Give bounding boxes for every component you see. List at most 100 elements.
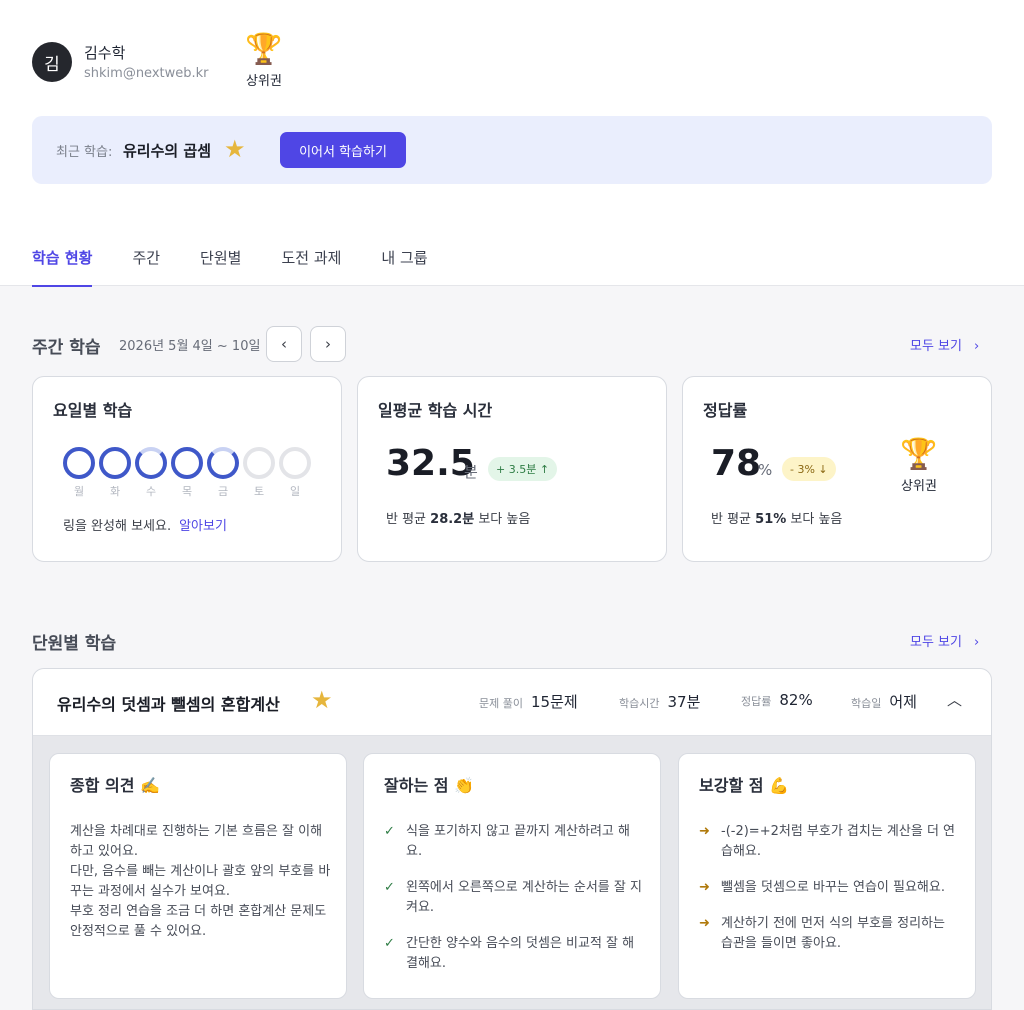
check-icon: ✓ bbox=[384, 936, 395, 951]
list-item-text: 식을 포기하지 않고 끝까지 계산하려고 해요. bbox=[406, 824, 630, 859]
recent-learning-banner: 최근 학습: 유리수의 곱셈 ★ 이어서 학습하기 bbox=[32, 116, 992, 184]
day-ring-thu: 목 bbox=[171, 447, 203, 499]
list-item-text: 왼쪽에서 오른쪽으로 계산하는 순서를 잘 지켜요. bbox=[406, 880, 642, 915]
average-time-value: 32.5 bbox=[386, 443, 475, 484]
arrow-right-icon: ➜ bbox=[699, 880, 710, 895]
unit-title: 유리수의 덧셈과 뺄셈의 혼합계산 bbox=[57, 695, 280, 714]
trophy-icon: 🏆 bbox=[245, 32, 283, 67]
ring-icon bbox=[279, 447, 311, 479]
recent-label: 최근 학습: bbox=[56, 145, 113, 160]
card-title: 요일별 학습 bbox=[53, 401, 133, 420]
profile-header: 김 김수학 shkim@nextweb.kr 🏆 상위권 최근 학습: 유리수의… bbox=[0, 0, 1024, 287]
prev-week-button[interactable]: ‹ bbox=[266, 326, 302, 362]
unit-section-title: 단원별 학습 bbox=[32, 634, 117, 654]
accuracy-value: 78 bbox=[711, 443, 762, 484]
improvements-list: ➜ -(-2)=+2처럼 부호가 겹치는 계산을 더 연습해요. ➜ 뺄셈을 덧셈으… bbox=[699, 822, 961, 970]
tab-by-unit[interactable]: 단원별 bbox=[200, 247, 241, 286]
strengths-list: ✓ 식을 포기하지 않고 끝까지 계산하려고 해요. ✓ 왼쪽에서 오른쪽으로 계산… bbox=[384, 822, 646, 990]
stat-label: 정답률 bbox=[741, 695, 772, 708]
overall-feedback-card: 종합 의견 ✍️ 계산을 차례대로 진행하는 기본 흐름은 잘 이해하고 있어요… bbox=[49, 753, 347, 999]
recent-title[interactable]: 유리수의 곱셈 bbox=[123, 140, 211, 161]
star-icon: ★ bbox=[224, 135, 246, 163]
day-ring-wed: 수 bbox=[135, 447, 167, 499]
stat-problems: 문제 풀이 15문제 bbox=[479, 691, 578, 712]
card-title: 정답률 bbox=[703, 401, 748, 420]
feedback-body: 계산을 차례대로 진행하는 기본 흐름은 잘 이해하고 있어요. 다만, 음수를… bbox=[70, 824, 331, 939]
user-email: shkim@nextweb.kr bbox=[84, 66, 209, 81]
check-icon: ✓ bbox=[384, 880, 395, 895]
day-label: 월 bbox=[73, 485, 85, 498]
unit-card: 유리수의 덧셈과 뺄셈의 혼합계산 ★ 문제 풀이 15문제 학습시간 37분 정답… bbox=[32, 668, 992, 1010]
stat-value: 어제 bbox=[889, 693, 917, 711]
day-ring-sun: 일 bbox=[279, 447, 311, 499]
unit-card-header[interactable]: 유리수의 덧셈과 뺄셈의 혼합계산 ★ 문제 풀이 15문제 학습시간 37분 정답… bbox=[33, 669, 991, 736]
improvements-card: 보강할 점 💪 ➜ -(-2)=+2처럼 부호가 겹치는 계산을 더 연습해요. … bbox=[678, 753, 976, 999]
ring-hint: 링을 완성해 보세요. 알아보기 bbox=[63, 515, 227, 534]
accuracy-rank-badge: 🏆 상위권 bbox=[889, 437, 949, 495]
accuracy-compare: 반 평균 51% 보다 높음 bbox=[711, 508, 842, 527]
feedback-title: 잘하는 점 👏 bbox=[384, 776, 474, 795]
ring-hint-text: 링을 완성해 보세요. bbox=[63, 519, 172, 534]
day-label: 수 bbox=[145, 485, 157, 498]
stat-label: 학습시간 bbox=[619, 697, 660, 710]
list-item-text: -(-2)=+2처럼 부호가 겹치는 계산을 더 연습해요. bbox=[721, 824, 955, 859]
day-label: 금 bbox=[217, 485, 229, 498]
feedback-title: 보강할 점 💪 bbox=[699, 776, 789, 795]
next-week-button[interactable]: › bbox=[310, 326, 346, 362]
list-item: ➜ -(-2)=+2처럼 부호가 겹치는 계산을 더 연습해요. bbox=[699, 822, 961, 862]
daily-average-time-card: 일평균 학습 시간 32.5 분 + 3.5분 ↑ 반 평균 28.2분 보다 … bbox=[357, 376, 667, 562]
compare-prefix: 반 평균 bbox=[386, 512, 431, 527]
day-ring-tue: 화 bbox=[99, 447, 131, 499]
stat-value: 37분 bbox=[667, 693, 701, 711]
arrow-right-icon: ➜ bbox=[699, 916, 710, 931]
user-name: 김수학 bbox=[84, 44, 126, 62]
weekly-see-all-link[interactable]: 모두 보기 › bbox=[910, 335, 979, 354]
average-time-unit: 분 bbox=[464, 463, 478, 481]
rank-label: 상위권 bbox=[901, 479, 937, 494]
ring-icon bbox=[171, 447, 203, 479]
day-ring-fri: 금 bbox=[207, 447, 239, 499]
day-label: 토 bbox=[253, 485, 265, 498]
weekly-section-title: 주간 학습 bbox=[32, 338, 101, 358]
check-icon: ✓ bbox=[384, 824, 395, 839]
list-item: ✓ 간단한 양수와 음수의 덧셈은 비교적 잘 해결해요. bbox=[384, 934, 646, 974]
weekly-date-range: 2026년 5월 4일 ~ 10일 bbox=[119, 339, 261, 354]
continue-learning-button[interactable]: 이어서 학습하기 bbox=[280, 132, 406, 168]
learn-more-link[interactable]: 알아보기 bbox=[179, 519, 227, 534]
stat-study-date: 학습일 어제 bbox=[851, 691, 917, 712]
day-rings: 월 화 수 목 금 토 일 bbox=[63, 447, 311, 499]
stat-label: 학습일 bbox=[851, 697, 882, 710]
stat-label: 문제 풀이 bbox=[479, 697, 523, 710]
card-title: 일평균 학습 시간 bbox=[378, 401, 493, 420]
rank-label: 상위권 bbox=[246, 74, 282, 89]
trophy-icon: 🏆 bbox=[900, 437, 938, 472]
star-icon: ★ bbox=[311, 686, 333, 714]
avatar[interactable]: 김 bbox=[32, 42, 72, 82]
arrow-right-icon: ➜ bbox=[699, 824, 710, 839]
chevron-up-icon[interactable]: ︿ bbox=[947, 689, 962, 710]
time-compare: 반 평균 28.2분 보다 높음 bbox=[386, 508, 530, 527]
list-item-text: 간단한 양수와 음수의 덧셈은 비교적 잘 해결해요. bbox=[406, 936, 635, 971]
tab-bar: 학습 현황 주간 단원별 도전 과제 내 그룹 bbox=[32, 247, 428, 287]
chevron-left-icon: ‹ bbox=[281, 335, 287, 353]
list-item-text: 계산하기 전에 먼저 식의 부호를 정리하는 습관을 들이면 좋아요. bbox=[721, 916, 945, 951]
stat-value: 82% bbox=[779, 691, 813, 709]
tab-my-group[interactable]: 내 그룹 bbox=[381, 247, 427, 286]
accuracy-card: 정답률 78 % - 3% ↓ 🏆 상위권 반 평균 51% 보다 높음 bbox=[682, 376, 992, 562]
compare-suffix: 보다 높음 bbox=[474, 512, 531, 527]
ring-icon bbox=[243, 447, 275, 479]
chevron-right-icon: › bbox=[973, 635, 980, 650]
tab-weekly[interactable]: 주간 bbox=[132, 247, 160, 286]
ring-icon bbox=[99, 447, 131, 479]
ring-icon bbox=[135, 447, 167, 479]
day-ring-sat: 토 bbox=[243, 447, 275, 499]
list-item: ➜ 뺄셈을 덧셈으로 바꾸는 연습이 필요해요. bbox=[699, 878, 961, 898]
feedback-title: 종합 의견 ✍️ bbox=[70, 776, 160, 795]
unit-see-all-link[interactable]: 모두 보기 › bbox=[910, 631, 979, 650]
compare-value: 51% bbox=[755, 512, 787, 527]
tab-learning-status[interactable]: 학습 현황 bbox=[32, 247, 93, 287]
chevron-right-icon: › bbox=[325, 335, 331, 353]
tab-challenges[interactable]: 도전 과제 bbox=[281, 247, 341, 286]
list-item: ➜ 계산하기 전에 먼저 식의 부호를 정리하는 습관을 들이면 좋아요. bbox=[699, 914, 961, 954]
compare-suffix: 보다 높음 bbox=[786, 512, 843, 527]
